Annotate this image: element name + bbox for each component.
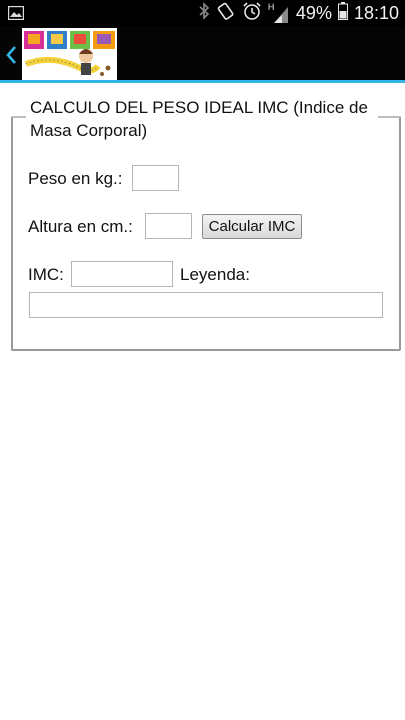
status-bar: H 49% 18:10: [0, 0, 405, 27]
chevron-left-icon[interactable]: [3, 42, 21, 68]
altura-input[interactable]: [145, 213, 192, 239]
signal-icon: H: [268, 2, 290, 24]
app-logo[interactable]: [22, 28, 117, 80]
calcular-imc-button[interactable]: Calcular IMC: [202, 214, 302, 239]
imc-result-field[interactable]: [71, 261, 173, 287]
imc-label: IMC:: [28, 265, 64, 284]
rotation-icon: [216, 1, 236, 26]
altura-label: Altura en cm.:: [28, 217, 133, 236]
battery-icon: [337, 2, 348, 25]
leyenda-label: Leyenda:: [180, 265, 250, 284]
battery-level: 49%: [295, 3, 332, 23]
clock: 18:10: [353, 3, 399, 23]
action-bar-accent-line: [0, 80, 405, 83]
action-bar: [0, 27, 405, 83]
form-legend: CALCULO DEL PESO IDEAL IMC (Indice de Ma…: [26, 96, 378, 142]
bluetooth-icon: [198, 2, 210, 25]
peso-label: Peso en kg.:: [28, 169, 123, 188]
leyenda-field[interactable]: [29, 292, 383, 318]
peso-input[interactable]: [132, 165, 179, 191]
alarm-icon: [242, 1, 262, 26]
gallery-icon: [7, 5, 25, 25]
